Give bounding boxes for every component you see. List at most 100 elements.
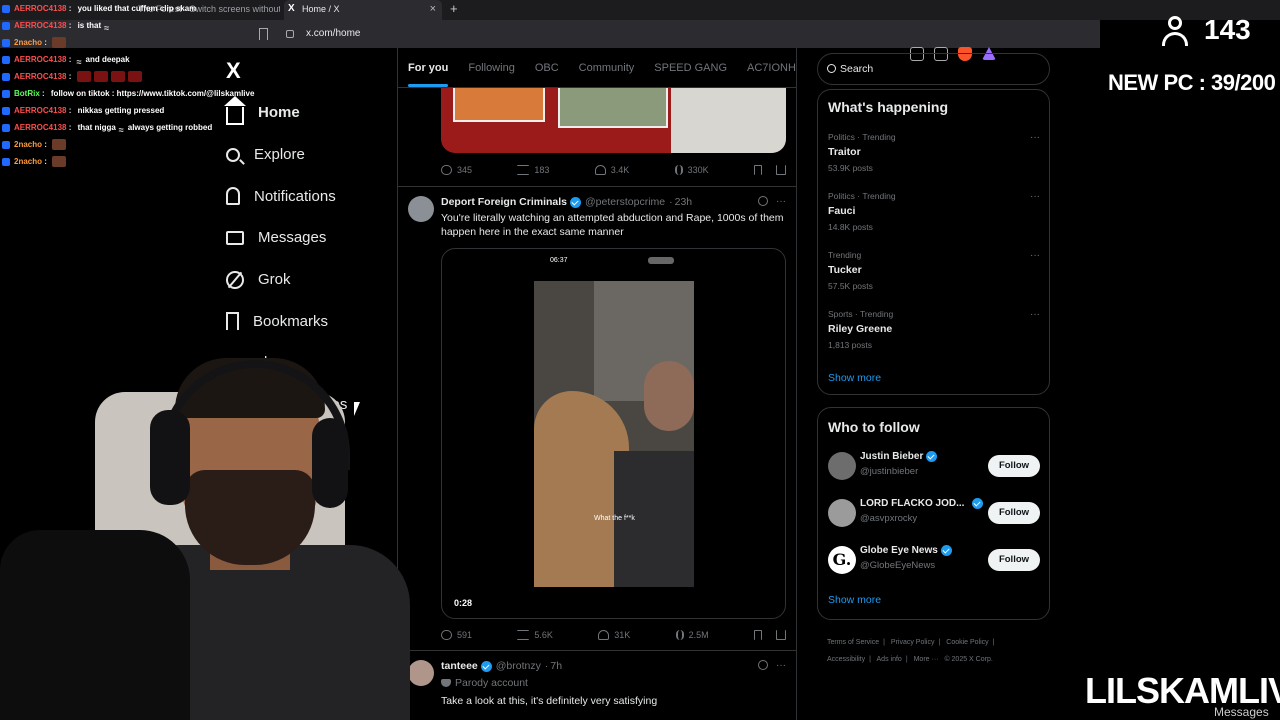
footer-link-ads-info[interactable]: Ads info [877,656,902,663]
trend-item[interactable]: Sports · Trending Riley Greene 1,813 pos… [828,309,1040,350]
footer-link-more[interactable]: More ··· [914,656,939,663]
new-tab-button[interactable]: + [450,0,458,18]
suggestion-handle: @GlobeEyeNews [860,560,936,571]
tab-for-you[interactable]: For you [398,48,458,87]
tab-community[interactable]: Community [569,48,645,87]
reply-icon [441,165,452,175]
url-field[interactable]: x.com/home [280,24,1000,44]
nav-bookmarks[interactable]: Bookmarks [226,300,347,342]
chat-user: AERROC4138 [14,72,67,81]
nav-label: Notifications [254,187,336,205]
like-count: 3.4K [610,165,630,175]
reply-count: 591 [457,630,473,640]
suggestion-name[interactable]: Globe Eye News [860,545,952,556]
post-menu: ··· [758,660,786,671]
avatar[interactable] [828,499,856,527]
chat-message: AERROC4138 : nikkas getting pressed [2,102,262,119]
headphone-cup [312,418,348,508]
post-time[interactable]: 7h [550,660,562,672]
tab-speed-gang[interactable]: SPEED GANG [644,48,737,87]
nav-messages[interactable]: Messages [226,217,347,259]
browser-tab-home-x[interactable]: X Home / X × [284,0,442,20]
author-name[interactable]: tanteee [441,660,478,672]
share-icon[interactable] [775,630,786,640]
badge-icon [2,141,10,149]
webcam-overlay [0,340,410,720]
suggestion-name[interactable]: LORD FLACKO JOD... [860,498,984,509]
more-icon[interactable]: ··· [776,196,786,207]
footer-link-cookies[interactable]: Cookie Policy [946,639,988,646]
suggestion-name[interactable]: Justin Bieber [860,451,938,462]
follow-button[interactable]: Follow [988,455,1040,477]
chat-text: nikkas getting pressed [77,106,165,115]
avatar[interactable] [828,452,856,480]
show-more-trends-link[interactable]: Show more [828,372,881,384]
chat-user: 2nacho [14,157,43,166]
trend-item[interactable]: Politics · Trending Fauci 14.8K posts ··… [828,191,1040,232]
nav-notifications[interactable]: Notifications [226,175,347,217]
follow-suggestion[interactable]: G. Globe Eye News @GlobeEyeNews Follow [828,545,1040,577]
footer-separator: | [869,656,871,663]
video-subtitle: What the f**k [594,515,635,522]
x-favicon-icon: X [288,3,295,14]
repost-button[interactable]: 183 [517,165,549,175]
more-icon[interactable]: ··· [776,660,786,671]
footer-link-privacy[interactable]: Privacy Policy [891,639,935,646]
tab-ac7ionhou[interactable]: AC7IONHOU [737,48,796,87]
views-icon [674,165,683,175]
search-input[interactable]: Search [817,53,1050,85]
panel-title: Who to follow [828,419,920,435]
views-button[interactable]: 2.5M [675,630,709,640]
trend-item[interactable]: Trending Tucker 57.5K posts ··· [828,250,1040,291]
share-icon[interactable] [775,165,786,175]
close-icon[interactable]: × [430,0,436,18]
trend-item[interactable]: Politics · Trending Traitor 53.9K posts … [828,132,1040,173]
follow-suggestion[interactable]: Justin Bieber @justinbieber Follow [828,451,1040,483]
reply-button[interactable]: 591 [441,630,472,640]
more-icon[interactable]: ··· [1030,191,1040,202]
post-text: You're literally watching an attempted a… [441,212,784,238]
grok-icon[interactable] [758,196,768,206]
follow-button[interactable]: Follow [988,549,1040,571]
trend-category: Politics · Trending [828,132,896,142]
trend-topic: Riley Greene [828,323,893,335]
nav-grok[interactable]: Grok [226,259,347,301]
globe-eye-logo[interactable]: G. [828,546,856,574]
media-photo [558,88,668,128]
like-button[interactable]: 31K [598,630,630,640]
repost-button[interactable]: 5.6K [517,630,553,640]
show-more-follow-link[interactable]: Show more [828,594,881,606]
footer-link-accessibility[interactable]: Accessibility [827,656,865,663]
views-button[interactable]: 330K [674,165,709,175]
author-handle[interactable]: @peterstopcrime [585,196,665,208]
chat-text: you liked that cuffem clip skam [77,4,197,13]
chat-message: AERROC4138 : is that ≈ [2,17,262,34]
avatar[interactable] [408,196,434,222]
reply-button[interactable]: 345 [441,165,472,175]
more-icon[interactable]: ··· [1030,132,1040,143]
emote-icon [52,156,67,168]
chat-text: follow on tiktok : https://www.tiktok.co… [50,89,255,98]
grok-icon[interactable] [758,660,768,670]
follow-suggestion[interactable]: LORD FLACKO JOD... @asvpxrocky Follow [828,498,1040,530]
footer-link-terms[interactable]: Terms of Service [827,639,879,646]
tab-obc[interactable]: OBC [525,48,569,87]
post-media[interactable] [441,88,786,153]
author-name[interactable]: Deport Foreign Criminals [441,196,567,208]
more-icon[interactable]: ··· [1030,309,1040,320]
post-time[interactable]: 23h [675,196,693,208]
like-button[interactable]: 3.4K [594,165,630,175]
trend-topic: Traitor [828,146,861,158]
tab-following[interactable]: Following [458,48,524,87]
follow-button[interactable]: Follow [988,502,1040,524]
url-text: x.com/home [306,28,361,39]
bookmark-icon[interactable] [753,630,762,640]
avatar[interactable] [408,660,434,686]
more-icon[interactable]: ··· [1030,250,1040,261]
bookmark-icon[interactable] [753,165,762,175]
footer-copyright: © 2025 X Corp. [944,656,993,663]
chat-user: AERROC4138 [14,55,67,64]
post-video[interactable]: 06:37 What the f**k 0:28 [441,248,786,619]
author-handle[interactable]: @brotnzy [496,660,541,672]
messages-drawer-label[interactable]: Messages [1214,705,1269,719]
